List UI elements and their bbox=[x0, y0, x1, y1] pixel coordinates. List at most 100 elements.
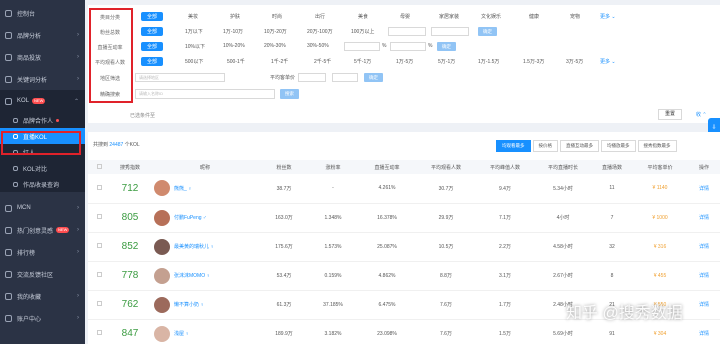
sidebar-subitem-brand-partner[interactable]: 品牌合作人 bbox=[0, 112, 85, 128]
row-checkbox[interactable] bbox=[88, 174, 110, 204]
sidebar-item-favorites[interactable]: 我的收藏 › bbox=[0, 285, 85, 307]
filter-option-all[interactable]: 全部 bbox=[141, 12, 164, 21]
filter-option[interactable]: 母婴 bbox=[400, 13, 410, 20]
price-confirm-button[interactable]: 确定 bbox=[364, 73, 383, 82]
filter-option[interactable]: 美食 bbox=[358, 13, 368, 20]
filter-option[interactable]: 10%以下 bbox=[185, 43, 205, 50]
sidebar-item-creative[interactable]: 热门创意灵感 NEW › bbox=[0, 219, 85, 241]
detail-link[interactable]: 详情 bbox=[688, 203, 720, 233]
sidebar-item-account[interactable]: 账户中心 › bbox=[0, 307, 85, 329]
sidebar-item-mcn[interactable]: MCN › bbox=[0, 197, 85, 219]
filter-option[interactable]: 500-1千 bbox=[227, 58, 245, 65]
kol-name-link[interactable]: 浅屋 ♀ bbox=[174, 330, 189, 337]
detail-link[interactable]: 详情 bbox=[688, 290, 720, 320]
detail-link[interactable]: 详情 bbox=[688, 261, 720, 291]
sidebar-item-kol[interactable]: KOL NEW ⌃ bbox=[0, 90, 85, 112]
detail-link[interactable]: 详情 bbox=[688, 319, 720, 344]
sidebar-item-label: 关键词分析 bbox=[17, 77, 48, 84]
kol-name-link[interactable]: 最美黄的瑞秋儿 ♀ bbox=[174, 243, 214, 250]
filter-option[interactable]: 5万-1万 bbox=[438, 58, 455, 65]
reset-button[interactable]: 重置 bbox=[658, 109, 683, 120]
kol-name-link[interactable]: 懒不算小奶 ♀ bbox=[174, 301, 204, 308]
filter-option[interactable]: 100万以上 bbox=[351, 28, 374, 35]
detail-link[interactable]: 详情 bbox=[688, 174, 720, 204]
filter-option[interactable]: 美妆 bbox=[188, 13, 198, 20]
filter-option[interactable]: 1万以下 bbox=[185, 28, 203, 35]
filter-option[interactable]: 1.5万-3万 bbox=[523, 58, 544, 65]
filter-option[interactable]: 500以下 bbox=[185, 58, 203, 65]
column-header[interactable]: 涨粉率 bbox=[308, 160, 358, 174]
filter-option[interactable]: 10万-20万 bbox=[264, 28, 287, 35]
column-header[interactable]: 平均客单价 bbox=[632, 160, 688, 174]
column-header[interactable]: 平均观看人数 bbox=[416, 160, 476, 174]
row-checkbox[interactable] bbox=[88, 261, 110, 291]
kol-name-link[interactable]: 张沫沫MOMO ♀ bbox=[174, 272, 210, 279]
fans-min-input[interactable] bbox=[388, 27, 426, 36]
region-select[interactable]: 请选择地区 bbox=[135, 73, 225, 82]
fans-max-input[interactable] bbox=[431, 27, 469, 36]
filter-option-all[interactable]: 全部 bbox=[141, 57, 164, 66]
sidebar-item-brand-analysis[interactable]: 品牌分析 › bbox=[0, 24, 85, 46]
column-header[interactable]: 平均直播时长 bbox=[534, 160, 592, 174]
sidebar-item-keywords[interactable]: 关键词分析 › bbox=[0, 68, 85, 90]
filter-option[interactable]: 10%-20% bbox=[223, 43, 245, 49]
sort-tab-plays[interactable]: 均播放最多 bbox=[601, 140, 636, 152]
column-header[interactable]: 平均峰值人数 bbox=[476, 160, 534, 174]
search-button[interactable]: 搜索 bbox=[280, 89, 299, 99]
column-header[interactable]: 粉丝数 bbox=[260, 160, 308, 174]
row-checkbox[interactable] bbox=[88, 319, 110, 344]
price-min-input[interactable] bbox=[298, 73, 326, 82]
column-header[interactable]: 搜秀指数 bbox=[110, 160, 150, 174]
price-cell: ¥ 1000 bbox=[632, 203, 688, 233]
filter-option[interactable]: 宠物 bbox=[570, 13, 580, 20]
more-toggle[interactable]: 更多 ⌄ bbox=[600, 13, 616, 20]
sort-tab-price[interactable]: 按价格 bbox=[532, 140, 558, 152]
filter-option[interactable]: 30%-50% bbox=[307, 43, 329, 49]
kol-name-link[interactable]: 付鹏FuPeng ♂ bbox=[174, 214, 207, 221]
select-all-checkbox[interactable] bbox=[88, 160, 110, 174]
sidebar-item-ranking[interactable]: 排行榜 › bbox=[0, 241, 85, 263]
filter-option[interactable]: 时尚 bbox=[272, 13, 282, 20]
filter-option[interactable]: 20%-30% bbox=[264, 43, 286, 49]
interaction-min-input[interactable] bbox=[344, 42, 380, 51]
filter-option[interactable]: 2千-5千 bbox=[314, 58, 331, 65]
interaction-cell: 25.087% bbox=[358, 232, 416, 262]
filter-option[interactable]: 1万-10万 bbox=[223, 28, 243, 35]
filter-option[interactable]: 3万-5万 bbox=[566, 58, 583, 65]
sidebar-item-product[interactable]: 商品投放 › bbox=[0, 46, 85, 68]
filter-option[interactable]: 1万-5万 bbox=[396, 58, 413, 65]
column-header: 昵称 bbox=[150, 160, 260, 174]
sort-tab-views[interactable]: 均观看最多 bbox=[496, 140, 531, 152]
sidebar-subitem-works-query[interactable]: 作品收录查询 bbox=[0, 176, 85, 192]
search-input[interactable]: 请输入名称ID bbox=[135, 89, 275, 99]
price-max-input[interactable] bbox=[332, 73, 358, 82]
filter-option[interactable]: 护肤 bbox=[230, 13, 240, 20]
row-checkbox[interactable] bbox=[88, 232, 110, 262]
filter-option-all[interactable]: 全部 bbox=[141, 42, 164, 51]
column-header[interactable]: 直播互动率 bbox=[358, 160, 416, 174]
filter-option-all[interactable]: 全部 bbox=[141, 27, 164, 36]
sidebar-item-community[interactable]: 交流反馈社区 bbox=[0, 263, 85, 285]
filter-option[interactable]: 5千-1万 bbox=[354, 58, 371, 65]
column-header[interactable]: 直播场数 bbox=[592, 160, 632, 174]
filter-option[interactable]: 1千-2千 bbox=[271, 58, 288, 65]
row-checkbox[interactable] bbox=[88, 290, 110, 320]
kol-name-link[interactable]: 熊熊_ ♀ bbox=[174, 185, 192, 192]
filter-option[interactable]: 1万-1.5万 bbox=[478, 58, 499, 65]
filter-option[interactable]: 家居家装 bbox=[439, 13, 459, 20]
interaction-max-input[interactable] bbox=[390, 42, 426, 51]
sort-tab-index[interactable]: 搜秀指数最多 bbox=[637, 140, 677, 152]
row-checkbox[interactable] bbox=[88, 203, 110, 233]
more-toggle[interactable]: 更多 ⌄ bbox=[600, 58, 616, 65]
sidebar-subitem-kol-compare[interactable]: KOL对比 bbox=[0, 160, 85, 176]
filter-option[interactable]: 健康 bbox=[529, 13, 539, 20]
filter-option[interactable]: 文化娱乐 bbox=[481, 13, 501, 20]
sort-tab-interaction[interactable]: 直播互动最多 bbox=[560, 140, 599, 152]
detail-link[interactable]: 详情 bbox=[688, 232, 720, 262]
sidebar-item-dashboard[interactable]: 控制台 bbox=[0, 2, 85, 24]
interaction-confirm-button[interactable]: 确定 bbox=[437, 42, 456, 51]
collapse-toggle[interactable]: 收 ⌃ bbox=[696, 111, 707, 118]
fans-confirm-button[interactable]: 确定 bbox=[478, 27, 497, 36]
filter-option[interactable]: 20万-100万 bbox=[307, 28, 333, 35]
filter-option[interactable]: 出行 bbox=[315, 13, 325, 20]
